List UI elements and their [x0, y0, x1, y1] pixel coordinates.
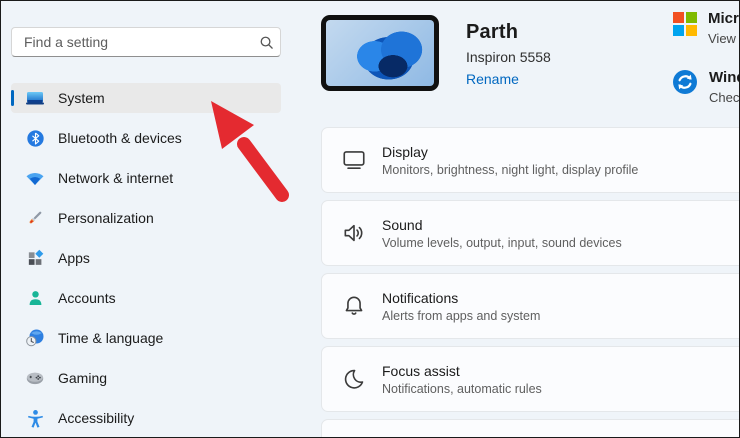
search-box[interactable]: [11, 27, 281, 57]
sidebar-item-system[interactable]: System: [11, 83, 281, 113]
sidebar-item-label: Gaming: [58, 370, 108, 386]
settings-card-display[interactable]: Display Monitors, brightness, night ligh…: [321, 127, 739, 193]
device-name: Parth: [466, 21, 519, 43]
windows-update-row[interactable]: Windows Update Check for updates: [672, 69, 740, 105]
sidebar-item-label: Personalization: [58, 210, 154, 226]
settings-card-focus-assist[interactable]: Focus assist Notifications, automatic ru…: [321, 346, 739, 412]
settings-window: System Bluetooth & devices Network & int…: [0, 0, 740, 438]
card-title: Notifications: [382, 289, 459, 306]
microsoft-logo-icon: [673, 12, 697, 36]
sidebar-item-label: Bluetooth & devices: [58, 130, 182, 146]
card-title: Focus assist: [382, 362, 460, 379]
windows-update-icon: [672, 69, 698, 100]
sound-icon: [340, 219, 368, 247]
account-subtitle: View benefits: [708, 31, 739, 46]
sidebar: System Bluetooth & devices Network & int…: [1, 1, 301, 437]
settings-card-notifications[interactable]: Notifications Alerts from apps and syste…: [321, 273, 739, 339]
notifications-icon: [340, 292, 368, 320]
microsoft-account-row[interactable]: Microsoft account View benefits: [673, 10, 739, 46]
sidebar-item-apps[interactable]: Apps: [11, 243, 281, 273]
sidebar-item-bluetooth-devices[interactable]: Bluetooth & devices: [11, 123, 281, 153]
settings-card-power-battery[interactable]: Power & battery: [321, 419, 739, 437]
personalization-icon: [25, 208, 45, 228]
gaming-icon: [25, 368, 45, 388]
bluetooth-icon: [25, 128, 45, 148]
account-title: Microsoft account: [708, 10, 739, 27]
sidebar-item-personalization[interactable]: Personalization: [11, 203, 281, 233]
display-icon: [340, 146, 368, 174]
sidebar-item-gaming[interactable]: Gaming: [11, 363, 281, 393]
card-subtitle: Notifications, automatic rules: [382, 381, 542, 396]
sidebar-item-label: Network & internet: [58, 170, 174, 186]
device-wallpaper: [326, 20, 434, 86]
sidebar-nav: System Bluetooth & devices Network & int…: [11, 83, 281, 437]
card-subtitle: Monitors, brightness, night light, displ…: [382, 162, 639, 177]
time-language-icon: [25, 328, 45, 348]
settings-card-sound[interactable]: Sound Volume levels, output, input, soun…: [321, 200, 739, 266]
card-title: Sound: [382, 216, 423, 233]
rename-link[interactable]: Rename: [466, 71, 519, 87]
sidebar-item-time-language[interactable]: Time & language: [11, 323, 281, 353]
sidebar-item-accounts[interactable]: Accounts: [11, 283, 281, 313]
system-icon: [25, 88, 45, 108]
card-subtitle: Alerts from apps and system: [382, 308, 541, 323]
sidebar-item-label: System: [58, 90, 105, 106]
accounts-icon: [25, 288, 45, 308]
device-info: Parth Inspiron 5558 Rename: [466, 21, 551, 89]
settings-cards: Display Monitors, brightness, night ligh…: [321, 127, 739, 437]
card-subtitle: Volume levels, output, input, sound devi…: [382, 235, 622, 250]
search-input[interactable]: [12, 34, 252, 50]
sidebar-item-accessibility[interactable]: Accessibility: [11, 403, 281, 433]
network-icon: [25, 168, 45, 188]
update-title: Windows Update: [709, 69, 739, 86]
focus-assist-icon: [340, 365, 368, 393]
sidebar-item-label: Accounts: [58, 290, 116, 306]
apps-icon: [25, 248, 45, 268]
update-subtitle: Check for updates: [709, 90, 740, 105]
selected-indicator: [11, 90, 14, 106]
sidebar-item-label: Accessibility: [58, 410, 135, 426]
sidebar-item-label: Time & language: [58, 330, 164, 346]
device-model: Inspiron 5558: [466, 49, 551, 65]
sidebar-item-label: Apps: [58, 250, 90, 266]
search-icon[interactable]: [252, 35, 280, 50]
sidebar-item-network-internet[interactable]: Network & internet: [11, 163, 281, 193]
accessibility-icon: [25, 408, 45, 428]
card-title: Display: [382, 143, 428, 160]
device-thumbnail: [321, 15, 439, 91]
